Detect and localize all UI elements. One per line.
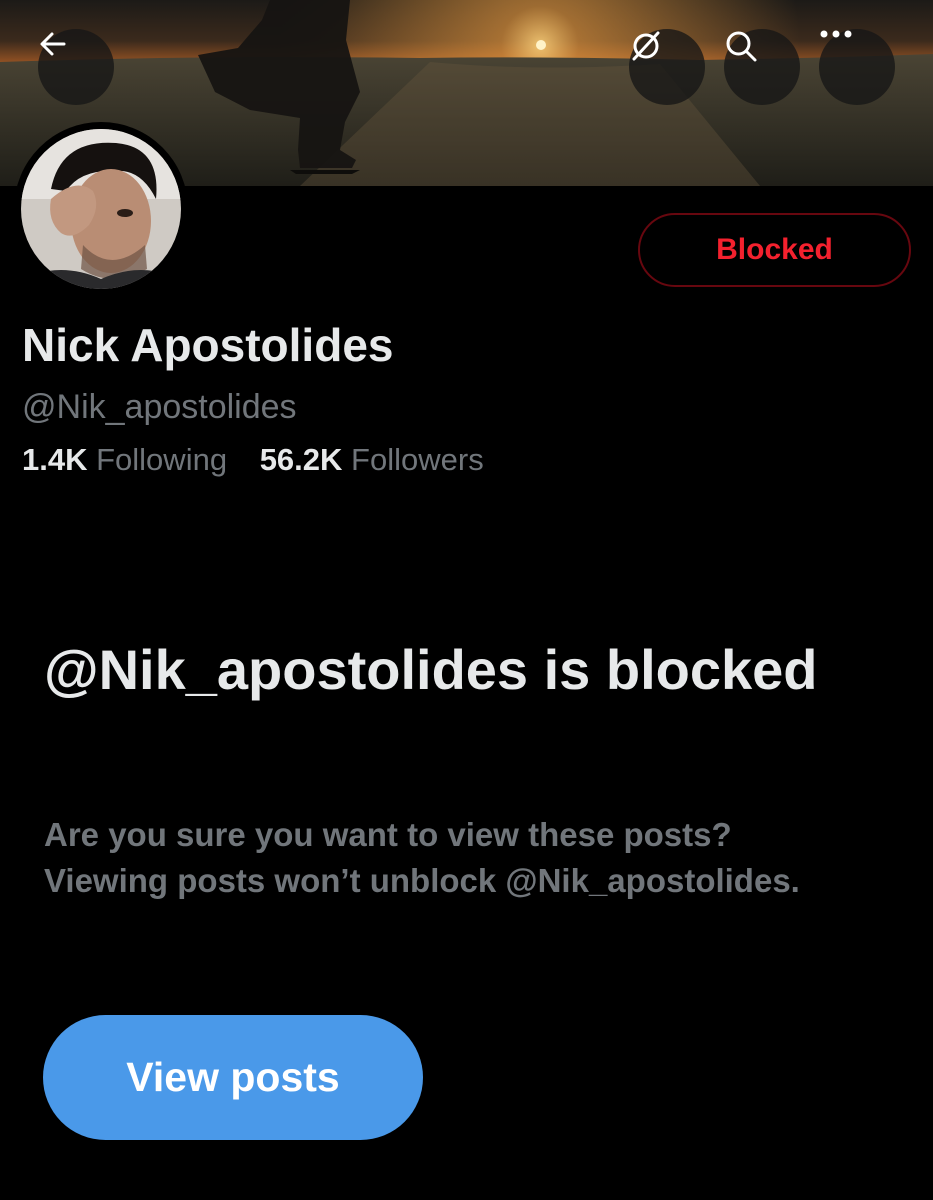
back-arrow-icon (40, 32, 66, 56)
blocked-button-label: Blocked (716, 233, 833, 266)
following-count: 1.4K (22, 442, 88, 477)
avatar-image (21, 129, 181, 289)
following-link[interactable]: 1.4K Following (22, 442, 227, 478)
grok-button[interactable] (629, 29, 705, 105)
followers-count: 56.2K (259, 442, 343, 477)
following-label: Following (96, 442, 228, 477)
blocked-notice-description: Are you sure you want to view these post… (44, 816, 800, 899)
profile-stats: 1.4K Following 56.2K Followers (22, 442, 484, 478)
search-icon (726, 31, 757, 62)
blocked-notice-title: @Nik_apostolides is blocked (44, 638, 818, 701)
followers-label: Followers (351, 442, 484, 477)
more-options-button[interactable] (819, 29, 895, 105)
followers-link[interactable]: 56.2K Followers (260, 442, 484, 478)
profile-handle: @Nik_apostolides (22, 388, 297, 426)
view-posts-button-label: View posts (126, 1054, 340, 1100)
profile-display-name: Nick Apostolides (22, 319, 394, 371)
back-button[interactable] (38, 29, 114, 105)
blocked-button[interactable]: Blocked (638, 213, 911, 287)
search-button[interactable] (724, 29, 800, 105)
view-posts-button[interactable]: View posts (43, 1015, 423, 1140)
more-icon (820, 30, 852, 38)
grok-icon (632, 31, 660, 61)
avatar[interactable] (14, 122, 188, 296)
